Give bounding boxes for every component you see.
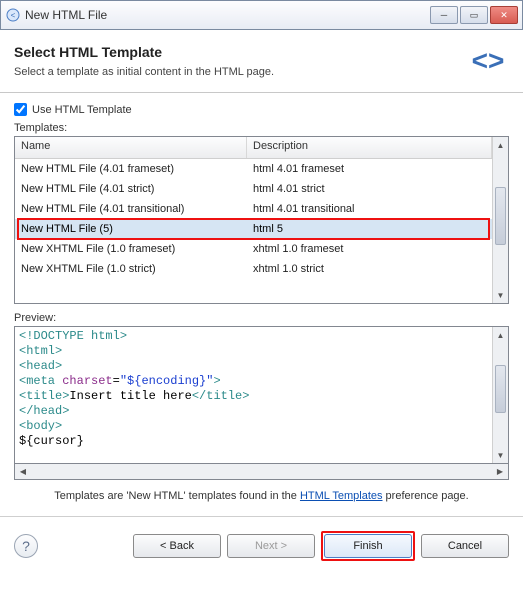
preview-hscrollbar[interactable]: ◀ ▶ xyxy=(14,464,509,480)
table-header: Name Description xyxy=(15,137,492,159)
column-name[interactable]: Name xyxy=(15,137,247,158)
help-button[interactable]: ? xyxy=(14,534,38,558)
svg-text:<: < xyxy=(11,11,16,20)
table-row[interactable]: New HTML File (4.01 transitional)html 4.… xyxy=(15,199,492,219)
template-name: New XHTML File (1.0 strict) xyxy=(15,262,247,276)
templates-hint: Templates are 'New HTML' templates found… xyxy=(14,480,509,506)
column-description[interactable]: Description xyxy=(247,137,492,158)
template-description: html 5 xyxy=(247,222,492,236)
template-description: html 4.01 transitional xyxy=(247,202,492,216)
page-title: Select HTML Template xyxy=(14,44,467,60)
cancel-button[interactable]: Cancel xyxy=(421,534,509,558)
template-description: html 4.01 strict xyxy=(247,182,492,196)
titlebar: < New HTML File ─ ▭ ✕ xyxy=(0,0,523,30)
use-template-label: Use HTML Template xyxy=(32,104,132,116)
template-name: New HTML File (4.01 frameset) xyxy=(15,162,247,176)
hint-text-before: Templates are 'New HTML' templates found… xyxy=(54,490,300,502)
template-name: New HTML File (4.01 transitional) xyxy=(15,202,247,216)
template-description: xhtml 1.0 strict xyxy=(247,262,492,276)
template-name: New HTML File (4.01 strict) xyxy=(15,182,247,196)
page-subtitle: Select a template as initial content in … xyxy=(14,66,467,78)
table-row[interactable]: New XHTML File (1.0 frameset)xhtml 1.0 f… xyxy=(15,239,492,259)
finish-button-highlight: Finish xyxy=(321,531,415,561)
close-button[interactable]: ✕ xyxy=(490,6,518,24)
back-button[interactable]: < Back xyxy=(133,534,221,558)
template-description: xhtml 1.0 frameset xyxy=(247,242,492,256)
html-templates-link[interactable]: HTML Templates xyxy=(300,490,383,502)
scroll-up-icon[interactable]: ▲ xyxy=(493,137,508,153)
minimize-button[interactable]: ─ xyxy=(430,6,458,24)
scroll-left-icon[interactable]: ◀ xyxy=(15,464,31,479)
template-name: New HTML File (5) xyxy=(15,222,247,236)
template-description: html 4.01 frameset xyxy=(247,162,492,176)
table-row[interactable]: New HTML File (4.01 frameset)html 4.01 f… xyxy=(15,159,492,179)
templates-table: Name Description New HTML File (4.01 fra… xyxy=(14,136,509,304)
window-title: New HTML File xyxy=(25,8,430,22)
templates-label: Templates: xyxy=(14,122,509,134)
use-template-row: Use HTML Template xyxy=(14,103,509,116)
scroll-down-icon[interactable]: ▼ xyxy=(493,447,508,463)
preview-scrollbar[interactable]: ▲ ▼ xyxy=(492,327,508,463)
preview-box: <!DOCTYPE html> <html> <head> <meta char… xyxy=(14,326,509,464)
html-tag-icon: <> xyxy=(467,40,509,82)
table-row[interactable]: New HTML File (5)html 5 xyxy=(15,219,492,239)
scroll-up-icon[interactable]: ▲ xyxy=(493,327,508,343)
template-name: New XHTML File (1.0 frameset) xyxy=(15,242,247,256)
dialog-footer: ? < Back Next > Finish Cancel xyxy=(0,517,523,575)
scroll-right-icon[interactable]: ▶ xyxy=(492,464,508,479)
next-button: Next > xyxy=(227,534,315,558)
hint-text-after: preference page. xyxy=(383,490,469,502)
dialog-header: Select HTML Template Select a template a… xyxy=(0,30,523,93)
finish-button[interactable]: Finish xyxy=(324,534,412,558)
app-icon: < xyxy=(5,7,21,23)
table-row[interactable]: New XHTML File (1.0 strict)xhtml 1.0 str… xyxy=(15,259,492,279)
table-scrollbar[interactable]: ▲ ▼ xyxy=(492,137,508,303)
scroll-thumb[interactable] xyxy=(495,365,506,413)
preview-label: Preview: xyxy=(14,312,509,324)
preview-content[interactable]: <!DOCTYPE html> <html> <head> <meta char… xyxy=(15,327,492,463)
table-row[interactable]: New HTML File (4.01 strict)html 4.01 str… xyxy=(15,179,492,199)
scroll-down-icon[interactable]: ▼ xyxy=(493,287,508,303)
scroll-thumb[interactable] xyxy=(495,187,506,245)
use-template-checkbox[interactable] xyxy=(14,103,27,116)
maximize-button[interactable]: ▭ xyxy=(460,6,488,24)
